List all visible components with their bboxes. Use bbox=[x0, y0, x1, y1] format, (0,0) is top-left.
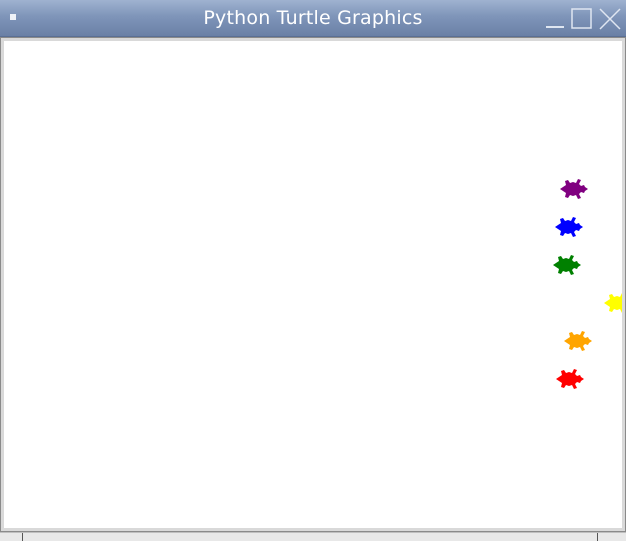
maximize-icon[interactable] bbox=[570, 6, 594, 32]
close-icon[interactable] bbox=[598, 6, 622, 32]
minimize-icon[interactable] bbox=[544, 6, 566, 32]
turtle-red-icon bbox=[556, 369, 584, 389]
title-bar[interactable]: Python Turtle Graphics bbox=[0, 0, 626, 37]
turtle-orange-icon bbox=[564, 331, 592, 351]
turtle-blue-icon bbox=[555, 217, 583, 237]
turtle-purple-icon bbox=[560, 179, 588, 199]
canvas-frame bbox=[0, 37, 626, 532]
window-controls bbox=[540, 6, 626, 32]
turtle-graphics-window: Python Turtle Graphics bbox=[0, 0, 626, 541]
turtle-canvas[interactable] bbox=[4, 41, 622, 528]
turtle-green-icon bbox=[553, 255, 581, 275]
turtle-yellow-icon bbox=[604, 293, 622, 313]
window-title: Python Turtle Graphics bbox=[203, 7, 423, 29]
